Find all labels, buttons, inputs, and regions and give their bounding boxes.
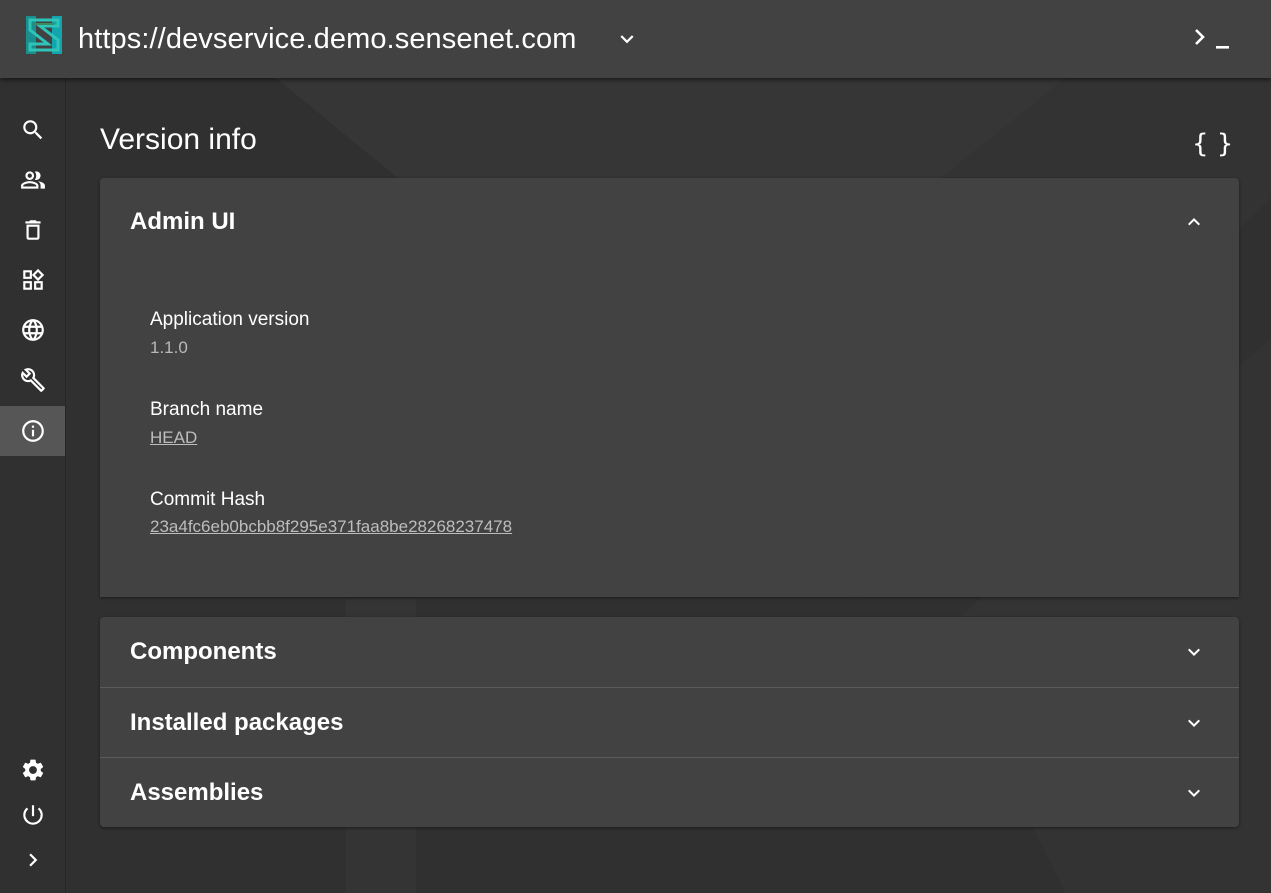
page-title: Version info [100,123,257,156]
wrench-icon [20,368,45,392]
globe-icon [21,319,44,341]
sidebar-item-localization[interactable] [0,305,65,355]
people-icon [20,171,45,189]
admin-ui-panel: Admin UI Application version 1.1.0 Branc… [100,178,1239,597]
chevron-down-icon [1182,711,1206,735]
installed-packages-title: Installed packages [130,709,344,736]
widgets-icon [22,268,44,290]
search-icon [22,120,42,140]
gear-icon [22,759,43,781]
chevron-down-icon [1182,640,1206,664]
sidebar-item-settings[interactable] [0,745,65,795]
json-view-button[interactable]: { } [1192,128,1233,160]
power-icon [22,805,43,825]
sidebar-item-search[interactable] [0,105,65,155]
application-version-value: 1.1.0 [150,338,188,357]
info-icon [21,420,44,442]
sensenet-logo[interactable] [24,14,64,56]
assemblies-title: Assemblies [130,779,264,806]
sidebar-item-setup[interactable] [0,355,65,405]
components-title: Components [130,638,277,665]
application-version-label: Application version [150,309,310,330]
sidebar-item-content-types[interactable] [0,255,65,305]
branch-name-link[interactable]: HEAD [150,427,197,449]
sidebar-item-logout[interactable] [0,790,65,840]
chevron-right-icon [28,853,37,867]
branch-name-label: Branch name [150,399,264,420]
app-header: https://devservice.demo.sensenet.com [0,0,1271,78]
commit-hash-link[interactable]: 23a4fc6eb0bcbb8f295e371faa8be28268237478 [150,516,512,538]
accordion-group: Components Installed packages Assemblies [100,617,1239,827]
admin-ui-title[interactable]: Admin UI [130,206,235,238]
sidebar-expand-button[interactable] [0,835,65,885]
site-url-selector[interactable]: https://devservice.demo.sensenet.com [78,20,576,58]
sidebar-item-trash[interactable] [0,205,65,255]
accordion-installed-packages[interactable]: Installed packages [100,687,1239,757]
chevron-down-icon [1182,781,1206,805]
commit-hash-label: Commit Hash [150,489,266,510]
chevron-down-icon[interactable] [614,26,640,52]
sidebar [0,78,66,893]
accordion-assemblies[interactable]: Assemblies [100,757,1239,827]
trash-icon [24,220,41,240]
accordion-components[interactable]: Components [100,617,1239,687]
sidebar-item-version-info[interactable] [0,406,65,456]
sidebar-item-users[interactable] [0,155,65,205]
command-palette-icon[interactable] [1188,24,1236,54]
chevron-up-icon[interactable] [1182,210,1206,234]
